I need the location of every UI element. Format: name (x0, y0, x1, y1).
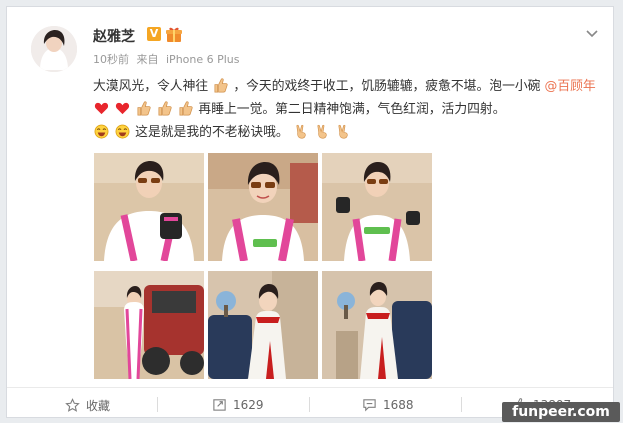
heart-icon (94, 102, 109, 115)
post-text-part: 大漠风光，令人神往 (93, 79, 209, 94)
victory-hand-icon (338, 124, 348, 139)
post-time[interactable]: 10秒前 (93, 53, 129, 66)
watermark: funpeer.com (502, 402, 620, 422)
heart-icon (115, 102, 130, 115)
thumbs-up-icon (137, 101, 151, 116)
comment-count: 1688 (383, 397, 414, 412)
post-meta: 10秒前 来自 iPhone 6 Plus (93, 51, 244, 67)
laughing-icon (115, 124, 130, 139)
photo-thumbnail[interactable] (208, 153, 318, 261)
post-text: 大漠风光，令人神往 ，今天的戏终于收工，饥肠辘辘，疲惫不堪。泡一小碗 @百顾年 … (93, 75, 603, 144)
divider (309, 397, 310, 412)
weibo-post-card: 赵雅芝 V 10秒前 来自 iPhone 6 Plus 大漠风光，令人神往 ，今… (6, 6, 614, 418)
photo-grid (94, 153, 432, 379)
repost-count: 1629 (233, 397, 264, 412)
mention-link[interactable]: @百顾年 (545, 79, 596, 94)
photo-thumbnail[interactable] (322, 271, 432, 379)
favorite-label: 收藏 (86, 399, 111, 413)
source-prefix: 来自 (136, 53, 159, 66)
post-text-part: ，今天的戏终于收工，饥肠辘辘，疲惫不堪。泡一小碗 (233, 79, 541, 94)
avatar[interactable] (31, 26, 77, 72)
photo-thumbnail[interactable] (322, 153, 432, 261)
member-gift-icon[interactable] (165, 25, 183, 43)
thumbs-up-icon (158, 101, 172, 116)
post-text-part: 这是就是我的不老秘诀哦。 (135, 125, 289, 140)
photo-thumbnail[interactable] (208, 271, 318, 379)
star-icon (65, 398, 80, 412)
laughing-icon (94, 124, 109, 139)
repost-icon (213, 399, 226, 411)
source-device[interactable]: iPhone 6 Plus (166, 53, 240, 66)
post-text-part: 再睡上一觉。第二日精神饱满，气色红润，活力四射。 (198, 102, 506, 117)
favorite-button[interactable]: 收藏 (65, 397, 110, 414)
comment-icon (363, 399, 376, 412)
username[interactable]: 赵雅芝 (93, 26, 135, 46)
divider (461, 397, 462, 412)
thumbs-up-icon (214, 78, 228, 93)
thumbs-up-icon (179, 101, 193, 116)
repost-button[interactable]: 1629 (212, 397, 264, 412)
chevron-down-icon[interactable] (585, 25, 599, 38)
photo-thumbnail[interactable] (94, 271, 204, 379)
victory-hand-icon (317, 124, 327, 139)
photo-thumbnail[interactable] (94, 153, 204, 261)
divider (157, 397, 158, 412)
comment-button[interactable]: 1688 (362, 397, 414, 412)
victory-hand-icon (296, 124, 306, 139)
verified-badge-icon[interactable]: V (147, 27, 161, 41)
